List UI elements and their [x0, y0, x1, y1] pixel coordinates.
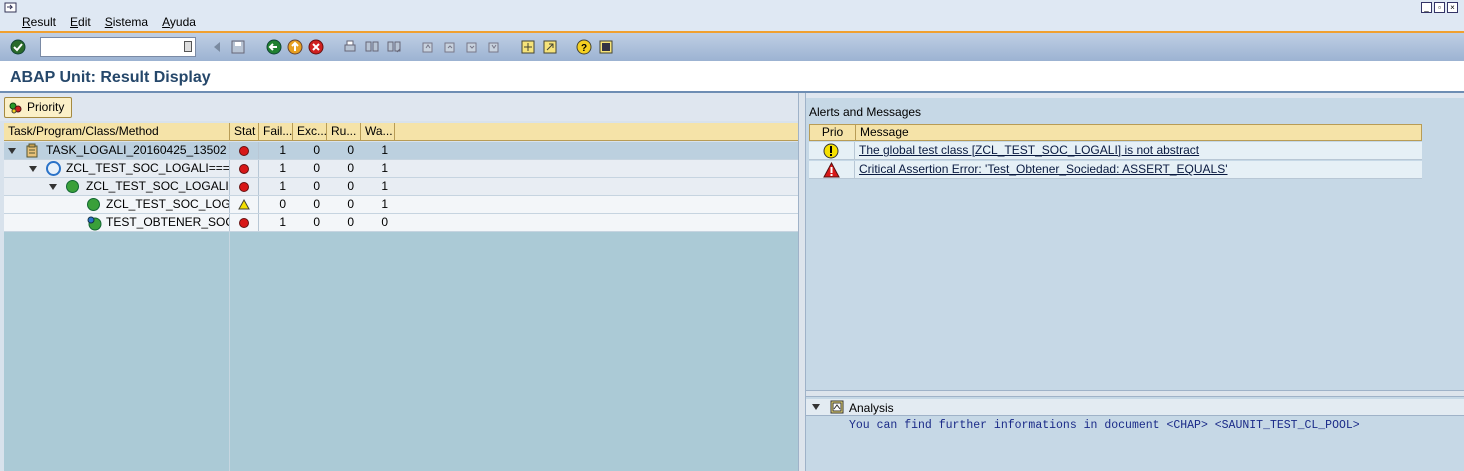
command-field[interactable]	[40, 37, 196, 57]
create-session-icon[interactable]	[520, 39, 536, 55]
error-status-icon	[239, 146, 249, 156]
back-arrow-icon[interactable]	[210, 39, 226, 55]
collapse-icon[interactable]	[8, 148, 16, 154]
app-menu-icon[interactable]	[4, 2, 18, 14]
col-fail[interactable]: Fail...	[259, 123, 293, 140]
alerts-panel: Alerts and Messages Prio Message The glo…	[806, 98, 1464, 390]
alerts-header: Prio Message	[809, 124, 1422, 141]
analysis-info-text: You can find further informations in doc…	[849, 419, 1360, 432]
next-page-icon[interactable]	[464, 39, 480, 55]
tree-row[interactable]: TASK_LOGALI_20160425_13502 1 0 0 1	[4, 142, 798, 160]
shortcut-icon[interactable]	[542, 39, 558, 55]
svg-text:?: ?	[581, 43, 587, 54]
alert-row[interactable]: The global test class [ZCL_TEST_SOC_LOGA…	[809, 142, 1422, 160]
save-icon[interactable]	[230, 39, 246, 55]
alert-row[interactable]: Critical Assertion Error: 'Test_Obtener_…	[809, 161, 1422, 179]
print-icon[interactable]	[342, 39, 358, 55]
horizontal-splitter[interactable]	[806, 390, 1464, 397]
col-message[interactable]: Message	[856, 125, 1421, 140]
col-wa[interactable]: Wa...	[361, 123, 395, 140]
collapse-icon[interactable]	[812, 404, 820, 410]
vertical-splitter[interactable]	[798, 93, 806, 471]
exit-icon[interactable]	[287, 39, 303, 55]
tree-row[interactable]: ZCL_TEST_SOC_LOGALI=== 1 0 0 1	[4, 160, 798, 178]
collapse-icon[interactable]	[49, 184, 57, 190]
col-prio[interactable]: Prio	[810, 125, 856, 140]
first-page-icon[interactable]	[420, 39, 436, 55]
menu-edit[interactable]: Edit	[70, 15, 91, 29]
alert-message-link[interactable]: The global test class [ZCL_TEST_SOC_LOGA…	[855, 142, 1199, 159]
tree-row[interactable]: ZCL_TEST_SOC_LOGALI 1 0 0 1	[4, 178, 798, 196]
last-page-icon[interactable]	[486, 39, 502, 55]
cancel-icon[interactable]	[308, 39, 324, 55]
tree-toolbar: Priority	[0, 93, 800, 121]
result-tree-panel: Priority Task/Program/Class/Method Stat …	[0, 93, 800, 471]
program-icon	[46, 161, 61, 176]
menu-sistema[interactable]: Sistema	[105, 15, 148, 29]
minimize-icon[interactable]: _	[1421, 2, 1432, 13]
warning-icon	[823, 143, 839, 159]
col-stat[interactable]: Stat	[230, 123, 259, 140]
col-task[interactable]: Task/Program/Class/Method	[4, 123, 230, 140]
collapse-icon[interactable]	[29, 166, 37, 172]
task-icon	[26, 143, 38, 158]
error-status-icon	[239, 182, 249, 192]
alert-message-link[interactable]: Critical Assertion Error: 'Test_Obtener_…	[855, 161, 1228, 178]
tree-row[interactable]: TEST_OBTENER_SOCI 1 0 0 0	[4, 214, 798, 232]
method-icon	[87, 216, 102, 231]
layout-menu-icon[interactable]	[598, 39, 614, 55]
page-title: ABAP Unit: Result Display	[10, 69, 211, 86]
tree-row[interactable]: ZCL_TEST_SOC_LOGA 0 0 0 1	[4, 196, 798, 214]
priority-button[interactable]: Priority	[4, 97, 72, 118]
analysis-header: Analysis	[806, 399, 1464, 416]
analysis-panel: Analysis You can find further informatio…	[806, 397, 1464, 471]
standard-toolbar: ?	[0, 33, 1464, 61]
find-icon[interactable]	[364, 39, 380, 55]
analysis-label: Analysis	[849, 401, 894, 415]
title-bar: ABAP Unit: Result Display	[0, 61, 1464, 93]
class-icon	[87, 198, 100, 211]
tree-empty-area	[4, 232, 798, 471]
find-next-icon[interactable]	[386, 39, 402, 55]
menu-bar: Result Edit Sistema Ayuda _ ▫ ×	[0, 0, 1464, 32]
class-icon	[66, 180, 79, 193]
analysis-icon	[830, 400, 844, 414]
help-icon[interactable]: ?	[576, 39, 592, 55]
restore-icon[interactable]: ▫	[1434, 2, 1445, 13]
col-exc[interactable]: Exc...	[293, 123, 327, 140]
enter-icon[interactable]	[10, 39, 26, 55]
previous-page-icon[interactable]	[442, 39, 458, 55]
critical-icon	[823, 162, 840, 178]
warning-status-icon	[238, 199, 250, 210]
back-icon[interactable]	[266, 39, 282, 55]
col-ru[interactable]: Ru...	[327, 123, 361, 140]
priority-icon	[9, 102, 22, 114]
alerts-caption: Alerts and Messages	[809, 105, 922, 119]
close-window-icon[interactable]: ×	[1447, 2, 1458, 13]
error-status-icon	[239, 218, 249, 228]
tree-header: Task/Program/Class/Method Stat Fail... E…	[4, 123, 798, 141]
tree-body: TASK_LOGALI_20160425_13502 1 0 0 1 ZCL_T…	[4, 142, 798, 232]
error-status-icon	[239, 164, 249, 174]
command-dropdown-icon[interactable]	[184, 41, 192, 52]
menu-ayuda[interactable]: Ayuda	[162, 15, 196, 29]
menu-result[interactable]: Result	[22, 15, 56, 29]
